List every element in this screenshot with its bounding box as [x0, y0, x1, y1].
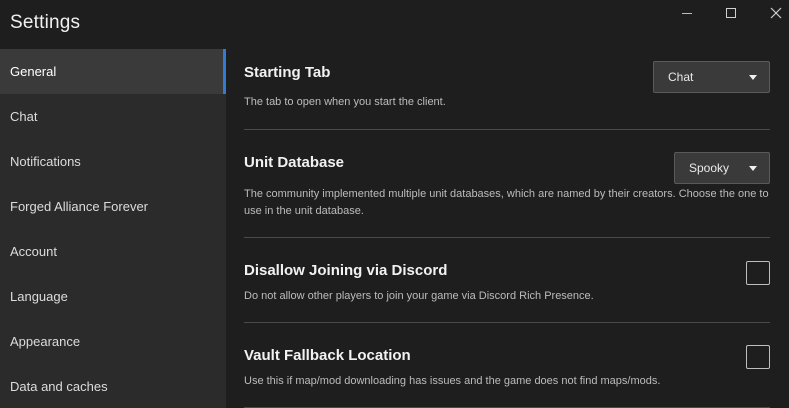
- settings-content: Starting Tab The tab to open when you st…: [226, 49, 789, 408]
- starting-tab-dropdown[interactable]: Chat: [653, 61, 770, 93]
- sidebar-item-general[interactable]: General: [0, 49, 226, 94]
- setting-title: Starting Tab: [244, 64, 331, 81]
- unit-database-dropdown[interactable]: Spooky: [674, 152, 770, 184]
- sidebar-item-label: Appearance: [10, 334, 81, 349]
- setting-title: Disallow Joining via Discord: [244, 262, 448, 279]
- sidebar-item-notifications[interactable]: Notifications: [0, 139, 226, 184]
- title-bar: Settings: [0, 0, 789, 48]
- close-icon: [770, 7, 782, 19]
- sidebar-item-label: Chat: [10, 109, 38, 124]
- setting-description: Use this if map/mod downloading has issu…: [244, 375, 661, 387]
- dropdown-value: Spooky: [689, 161, 730, 175]
- close-button[interactable]: [753, 2, 789, 24]
- sidebar-item-forged-alliance-forever[interactable]: Forged Alliance Forever: [0, 184, 226, 229]
- sidebar-item-language[interactable]: Language: [0, 274, 226, 319]
- minimize-button[interactable]: [664, 2, 710, 24]
- dropdown-value: Chat: [668, 70, 694, 84]
- unit-database-setting: Unit Database The community implemented …: [244, 130, 770, 238]
- vault-fallback-checkbox[interactable]: [746, 345, 770, 369]
- window-title: Settings: [10, 12, 81, 33]
- disallow-discord-setting: Disallow Joining via Discord Do not allo…: [244, 238, 770, 323]
- minimize-icon: [682, 12, 692, 14]
- caret-down-icon: [749, 165, 757, 171]
- setting-title: Vault Fallback Location: [244, 347, 411, 364]
- disallow-discord-checkbox[interactable]: [746, 261, 770, 285]
- sidebar-item-label: General: [10, 64, 57, 79]
- sidebar-item-appearance[interactable]: Appearance: [0, 319, 226, 364]
- setting-title: Unit Database: [244, 154, 345, 171]
- sidebar-item-label: Data and caches: [10, 379, 108, 394]
- setting-description: The tab to open when you start the clien…: [244, 96, 446, 108]
- sidebar-item-label: Language: [10, 289, 68, 304]
- sidebar-item-label: Account: [10, 244, 57, 259]
- starting-tab-setting: Starting Tab The tab to open when you st…: [244, 49, 770, 130]
- setting-description: Do not allow other players to join your …: [244, 290, 594, 302]
- maximize-icon: [726, 8, 736, 18]
- sidebar-item-label: Forged Alliance Forever: [10, 199, 149, 214]
- settings-window: Settings General Chat Notifications Forg…: [0, 0, 789, 408]
- maximize-button[interactable]: [708, 2, 754, 24]
- caret-down-icon: [749, 74, 757, 80]
- sidebar-item-data-and-caches[interactable]: Data and caches: [0, 364, 226, 408]
- vault-fallback-setting: Vault Fallback Location Use this if map/…: [244, 323, 770, 408]
- sidebar-item-chat[interactable]: Chat: [0, 94, 226, 139]
- setting-description: The community implemented multiple unit …: [244, 188, 769, 217]
- sidebar-item-label: Notifications: [10, 154, 81, 169]
- settings-sidebar: General Chat Notifications Forged Allian…: [0, 49, 226, 408]
- sidebar-item-account[interactable]: Account: [0, 229, 226, 274]
